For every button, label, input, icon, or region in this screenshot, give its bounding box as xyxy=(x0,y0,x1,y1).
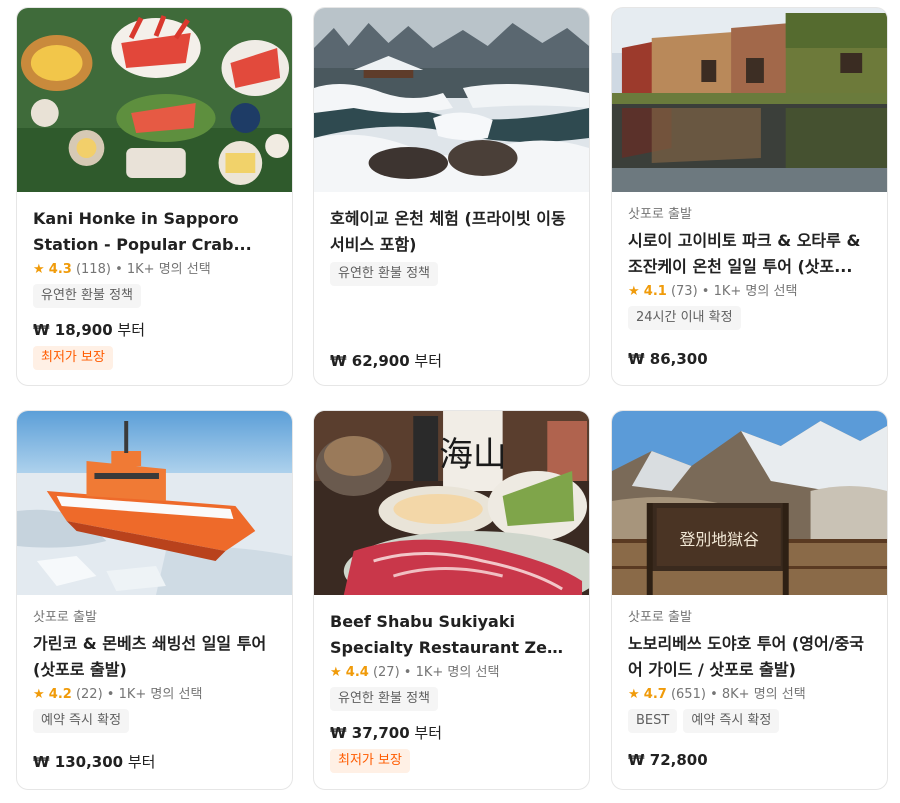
card-title[interactable]: Kani Honke in Sapporo Station - Popular … xyxy=(33,206,276,258)
price-amount: ₩ 130,300 xyxy=(33,753,124,771)
best-tag: BEST xyxy=(628,709,678,733)
review-count: (651) xyxy=(670,687,706,702)
refund-tag: 유연한 환불 정책 xyxy=(33,284,141,308)
price: ₩ 86,300 xyxy=(628,350,708,368)
star-icon: ★ xyxy=(628,284,640,299)
otaru-canal-image xyxy=(612,8,887,192)
price: ₩ 18,900 부터 xyxy=(33,319,145,340)
card-title[interactable]: 가린코 & 몬베츠 쇄빙선 일일 투어 (삿포로 출발) xyxy=(33,631,276,683)
review-count: (22) xyxy=(75,687,103,702)
tag-row: 유연한 환불 정책 xyxy=(330,687,573,711)
tag-row: 유연한 환불 정책 xyxy=(330,262,573,286)
rating-score: 4.2 xyxy=(48,687,72,702)
rating-row: ★ 4.4 (27) • 1K+ 명의 선택 xyxy=(330,663,573,683)
review-count: (118) xyxy=(75,262,111,277)
activity-card[interactable]: 海山 Beef Shabu Sukiyaki Specialty Restaur… xyxy=(313,410,590,790)
booked-count: 1K+ 명의 선택 xyxy=(415,665,500,680)
activity-card[interactable]: 삿포로 출발 시로이 고이비토 파크 & 오타루 & 조잔케이 온천 일일 투어… xyxy=(611,7,888,386)
crab-food-image xyxy=(17,8,292,192)
departure-location: 삿포로 출발 xyxy=(628,610,692,625)
price-suffix: 부터 xyxy=(409,352,443,370)
icebreaker-ship-image xyxy=(17,411,292,595)
refund-tag: 유연한 환불 정책 xyxy=(330,687,438,711)
price-amount: ₩ 62,900 xyxy=(330,352,410,370)
price: ₩ 62,900 부터 xyxy=(330,350,442,371)
tag-row: 예약 즉시 확정 xyxy=(33,709,276,733)
beef-shabu-image: 海山 xyxy=(314,411,589,595)
star-icon: ★ xyxy=(33,687,45,702)
price-amount: ₩ 37,700 xyxy=(330,724,410,742)
price-suffix: 부터 xyxy=(112,321,146,339)
snowy-onsen-image xyxy=(314,8,589,192)
rating-score: 4.4 xyxy=(345,665,369,680)
dot-separator: • xyxy=(701,284,710,299)
rating-row: ★ 4.2 (22) • 1K+ 명의 선택 xyxy=(33,685,276,705)
activity-card[interactable]: 삿포로 출발 가린코 & 몬베츠 쇄빙선 일일 투어 (삿포로 출발) ★ 4.… xyxy=(16,410,293,790)
booked-count: 8K+ 명의 선택 xyxy=(721,687,806,702)
price-amount: ₩ 18,900 xyxy=(33,321,113,339)
price-amount: ₩ 72,800 xyxy=(628,751,708,769)
price-amount: ₩ 86,300 xyxy=(628,350,708,368)
tag-row: BEST 예약 즉시 확정 xyxy=(628,709,871,733)
price: ₩ 72,800 xyxy=(628,751,708,769)
card-title[interactable]: 노보리베쓰 도야호 투어 (영어/중국어 가이드 / 삿포로 출발) xyxy=(628,631,871,683)
tag-row: 유연한 환불 정책 xyxy=(33,284,276,308)
review-count: (27) xyxy=(372,665,400,680)
tag-row: 24시간 이내 확정 xyxy=(628,306,871,330)
refund-tag: 유연한 환불 정책 xyxy=(330,262,438,286)
dot-separator: • xyxy=(106,687,115,702)
activity-card[interactable]: 호헤이교 온천 체험 (프라이빗 이동 서비스 포함) 유연한 환불 정책 ₩ … xyxy=(313,7,590,386)
price: ₩ 130,300 부터 xyxy=(33,751,155,772)
price-suffix: 부터 xyxy=(123,753,156,771)
review-count: (73) xyxy=(670,284,698,299)
star-icon: ★ xyxy=(628,687,640,702)
rating-score: 4.3 xyxy=(48,262,72,277)
dot-separator: • xyxy=(115,262,123,277)
departure-location: 삿포로 출발 xyxy=(628,207,692,222)
activity-card[interactable]: 登別地獄谷 삿포로 출발 노보리베쓰 도야호 투어 (영어/중국어 가이드 / … xyxy=(611,410,888,790)
card-title[interactable]: Beef Shabu Sukiyaki Specialty Restaurant… xyxy=(330,609,573,661)
rating-score: 4.1 xyxy=(643,284,667,299)
dot-separator: • xyxy=(710,687,718,702)
hell-valley-image: 登別地獄谷 xyxy=(612,411,887,595)
price-suffix: 부터 xyxy=(409,724,443,742)
price: ₩ 37,700 부터 xyxy=(330,722,442,743)
star-icon: ★ xyxy=(330,665,342,680)
rating-score: 4.7 xyxy=(643,687,667,702)
activity-grid: Kani Honke in Sapporo Station - Popular … xyxy=(0,0,900,803)
card-title[interactable]: 시로이 고이비토 파크 & 오타루 & 조잔케이 온천 일일 투어 (삿포... xyxy=(628,228,871,280)
lowest-price-badge: 최저가 보장 xyxy=(330,749,410,773)
card-title[interactable]: 호헤이교 온천 체험 (프라이빗 이동 서비스 포함) xyxy=(330,206,573,258)
dot-separator: • xyxy=(403,665,412,680)
rating-row: ★ 4.7 (651) • 8K+ 명의 선택 xyxy=(628,685,871,705)
activity-card[interactable]: Kani Honke in Sapporo Station - Popular … xyxy=(16,7,293,386)
sign-text: 登別地獄谷 xyxy=(680,530,759,549)
booked-count: 1K+ 명의 선택 xyxy=(713,284,798,299)
star-icon: ★ xyxy=(33,262,45,277)
booked-count: 1K+ 명의 선택 xyxy=(118,687,203,702)
confirmation-tag: 24시간 이내 확정 xyxy=(628,306,741,330)
rating-row: ★ 4.3 (118) • 1K+ 명의 선택 xyxy=(33,260,276,280)
confirmation-tag: 예약 즉시 확정 xyxy=(33,709,130,733)
sake-label-text: 海山 xyxy=(439,435,506,474)
rating-row: ★ 4.1 (73) • 1K+ 명의 선택 xyxy=(628,282,871,302)
confirmation-tag: 예약 즉시 확정 xyxy=(683,709,780,733)
lowest-price-badge: 최저가 보장 xyxy=(33,346,113,370)
booked-count: 1K+ 명의 선택 xyxy=(126,262,211,277)
departure-location: 삿포로 출발 xyxy=(33,610,97,625)
